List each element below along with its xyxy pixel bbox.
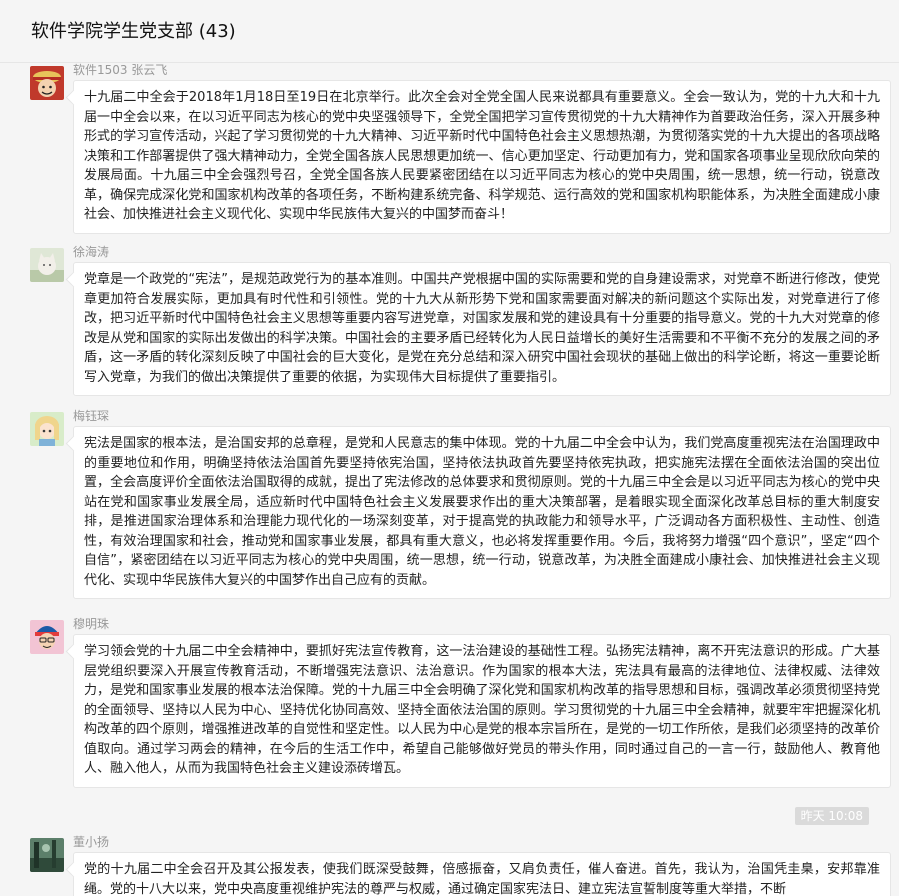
message-bubble: 宪法是国家的根本法，是治国安邦的总章程，是党和人民意志的集中体现。党的十九届二中… [73, 426, 891, 599]
chat-header: 软件学院学生党支部 (43) [0, 0, 899, 63]
cartoon-boy-avatar-icon[interactable] [30, 620, 64, 654]
message-bubble: 党的十九届二中全会召开及其公报发表，使我们既深受鼓舞，倍感振奋，又肩负责任，催人… [73, 852, 891, 896]
sender-name: 董小扬 [73, 835, 110, 849]
message-bubble: 十九届二中全会于2018年1月18日至19日在北京举行。此次全会对全党全国人民来… [73, 80, 891, 234]
sender-name: 梅钰琛 [73, 409, 110, 423]
sender-name: 软件1503 张云飞 [73, 63, 168, 77]
timestamp-badge: 昨天 10:08 [794, 807, 869, 825]
cat-avatar-icon[interactable] [30, 248, 64, 282]
anime-girl-avatar-icon[interactable] [30, 412, 64, 446]
pirate-avatar-icon[interactable] [30, 66, 64, 100]
message-bubble: 党章是一个政党的“宪法”，是规范政党行为的基本准则。中国共产党根据中国的实际需要… [73, 262, 891, 396]
sender-name: 徐海涛 [73, 245, 110, 259]
sender-name: 穆明珠 [73, 617, 110, 631]
message-list[interactable]: 软件1503 张云飞 十九届二中全会于2018年1月18日至19日在北京举行。此… [0, 63, 899, 896]
landscape-avatar-icon[interactable] [30, 838, 64, 872]
message-bubble: 学习领会党的十九届二中全会精神中，要抓好宪法宣传教育，这一法治建设的基础性工程。… [73, 634, 891, 788]
chat-title: 软件学院学生党支部 (43) [31, 21, 236, 42]
